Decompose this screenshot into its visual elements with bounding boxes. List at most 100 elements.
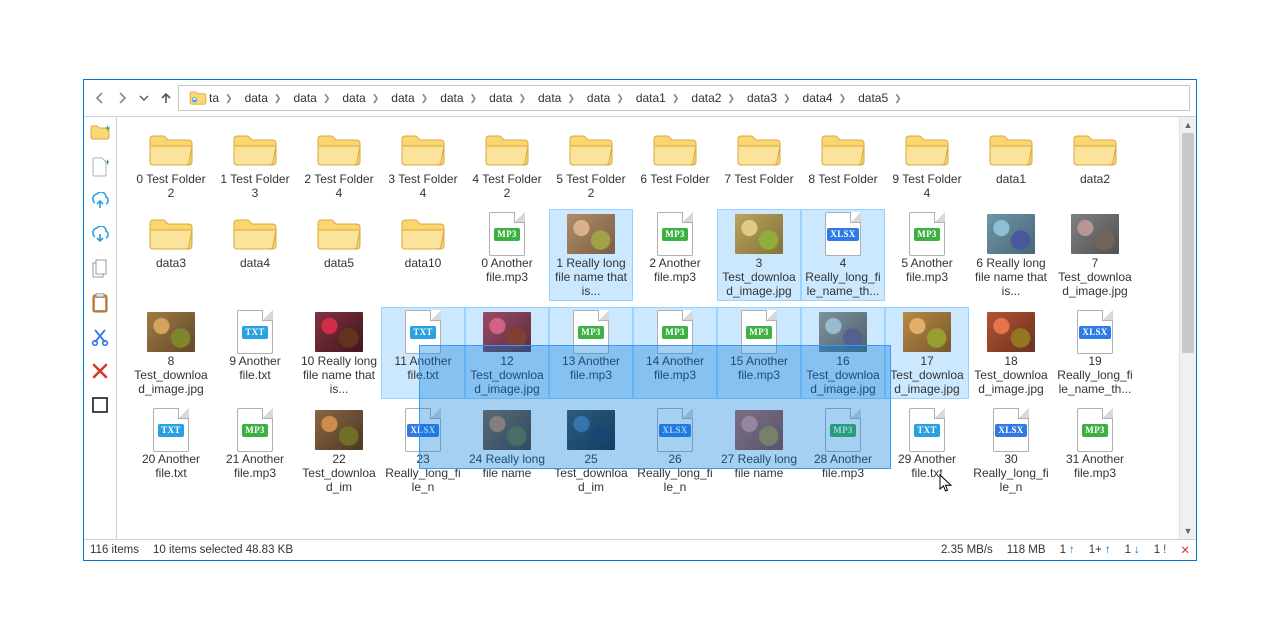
file-label: 15 Another file.mp3: [720, 354, 798, 382]
file-item[interactable]: 1 Really long file name that is...: [549, 209, 633, 301]
file-item[interactable]: 3 Test Folder 4: [381, 125, 465, 203]
delete-icon[interactable]: [90, 361, 110, 381]
file-item[interactable]: 7 Test_download_image.jpg: [1053, 209, 1137, 301]
file-item[interactable]: 3 Test_download_image.jpg: [717, 209, 801, 301]
file-item[interactable]: MP3 15 Another file.mp3: [717, 307, 801, 399]
cut-icon[interactable]: [90, 327, 110, 347]
file-item[interactable]: XLSX 23 Really_long_file_n: [381, 405, 465, 497]
breadcrumb-segment[interactable]: data ❯: [336, 86, 385, 110]
breadcrumb-segment[interactable]: data3 ❯: [741, 86, 797, 110]
file-item[interactable]: 22 Test_download_im: [297, 405, 381, 497]
file-item[interactable]: MP3 21 Another file.mp3: [213, 405, 297, 497]
file-item[interactable]: 4 Test Folder 2: [465, 125, 549, 203]
file-item[interactable]: 18 Test_download_image.jpg: [969, 307, 1053, 399]
image-thumbnail: [903, 312, 951, 352]
file-icon: TXT: [909, 408, 945, 452]
vertical-scrollbar[interactable]: ▲ ▼: [1179, 117, 1196, 539]
file-item[interactable]: data2: [1053, 125, 1137, 203]
scroll-thumb[interactable]: [1182, 133, 1194, 353]
file-item[interactable]: 6 Test Folder: [633, 125, 717, 203]
file-item[interactable]: 27 Really long file name: [717, 405, 801, 497]
select-icon[interactable]: [90, 395, 110, 415]
file-item[interactable]: MP3 5 Another file.mp3: [885, 209, 969, 301]
file-item[interactable]: XLSX 30 Really_long_file_n: [969, 405, 1053, 497]
forward-button[interactable]: [112, 88, 132, 108]
breadcrumb-segment[interactable]: data ❯: [434, 86, 483, 110]
file-item[interactable]: data10: [381, 209, 465, 301]
file-item[interactable]: 24 Really long file name: [465, 405, 549, 497]
file-item[interactable]: 16 Test_download_image.jpg: [801, 307, 885, 399]
file-grid-pane[interactable]: 0 Test Folder 2 1 Test Folder 3 2 Test F…: [117, 117, 1196, 539]
breadcrumb-label: data: [587, 91, 610, 105]
breadcrumb[interactable]: ta ❯ data ❯ data ❯ data ❯ data ❯ data ❯ …: [178, 85, 1190, 111]
file-item[interactable]: 9 Test Folder 4: [885, 125, 969, 203]
file-item[interactable]: 25 Test_download_im: [549, 405, 633, 497]
status-errors[interactable]: 1!: [1154, 544, 1167, 556]
scroll-down-button[interactable]: ▼: [1180, 523, 1196, 539]
file-item[interactable]: MP3 31 Another file.mp3: [1053, 405, 1137, 497]
file-item[interactable]: 10 Really long file name that is...: [297, 307, 381, 399]
file-item[interactable]: 2 Test Folder 4: [297, 125, 381, 203]
new-file-icon[interactable]: +: [90, 157, 110, 177]
copy-icon[interactable]: [90, 259, 110, 279]
paste-icon[interactable]: [90, 293, 110, 313]
scroll-up-button[interactable]: ▲: [1180, 117, 1196, 133]
file-icon: MP3: [825, 408, 861, 452]
file-icon: XLSX: [993, 408, 1029, 452]
file-item[interactable]: XLSX 4 Really_long_file_name_th...: [801, 209, 885, 301]
back-button[interactable]: [90, 88, 110, 108]
file-item[interactable]: 8 Test Folder: [801, 125, 885, 203]
file-item[interactable]: data1: [969, 125, 1053, 203]
file-item[interactable]: TXT 20 Another file.txt: [129, 405, 213, 497]
file-item[interactable]: TXT 9 Another file.txt: [213, 307, 297, 399]
file-item[interactable]: 5 Test Folder 2: [549, 125, 633, 203]
file-item[interactable]: 0 Test Folder 2: [129, 125, 213, 203]
folder-icon: [316, 132, 362, 168]
new-folder-icon[interactable]: +: [90, 123, 110, 143]
status-downloads[interactable]: 1↓: [1125, 544, 1140, 556]
file-item[interactable]: MP3 0 Another file.mp3: [465, 209, 549, 301]
breadcrumb-segment[interactable]: data ❯: [483, 86, 532, 110]
upload-icon[interactable]: [90, 191, 110, 211]
file-item[interactable]: 7 Test Folder: [717, 125, 801, 203]
status-uploads-plus[interactable]: 1+↑: [1089, 544, 1111, 556]
recent-dropdown-button[interactable]: [134, 88, 154, 108]
breadcrumb-segment[interactable]: data4 ❯: [797, 86, 853, 110]
file-item[interactable]: data4: [213, 209, 297, 301]
file-item[interactable]: data3: [129, 209, 213, 301]
file-item[interactable]: data5: [297, 209, 381, 301]
file-item[interactable]: 8 Test_download_image.jpg: [129, 307, 213, 399]
folder-icon: [652, 132, 698, 168]
status-uploads[interactable]: 1↑: [1060, 544, 1075, 556]
breadcrumb-segment[interactable]: data5 ❯: [852, 86, 908, 110]
breadcrumb-label: data: [391, 91, 414, 105]
file-item[interactable]: MP3 14 Another file.mp3: [633, 307, 717, 399]
chevron-right-icon: ❯: [567, 93, 575, 104]
chevron-right-icon: ❯: [518, 93, 526, 104]
breadcrumb-segment[interactable]: data ❯: [581, 86, 630, 110]
file-badge: MP3: [746, 326, 771, 339]
file-item[interactable]: 1 Test Folder 3: [213, 125, 297, 203]
breadcrumb-segment[interactable]: data ❯: [239, 86, 288, 110]
status-cancel-button[interactable]: ✕: [1180, 543, 1190, 557]
file-item[interactable]: MP3 28 Another file.mp3: [801, 405, 885, 497]
file-item[interactable]: MP3 13 Another file.mp3: [549, 307, 633, 399]
breadcrumb-segment[interactable]: data ❯: [532, 86, 581, 110]
file-badge: XLSX: [827, 228, 858, 241]
breadcrumb-segment[interactable]: data2 ❯: [685, 86, 741, 110]
file-item[interactable]: XLSX 19 Really_long_file_name_th...: [1053, 307, 1137, 399]
file-item[interactable]: MP3 2 Another file.mp3: [633, 209, 717, 301]
file-item[interactable]: XLSX 26 Really_long_file_n: [633, 405, 717, 497]
breadcrumb-segment[interactable]: data ❯: [287, 86, 336, 110]
up-button[interactable]: [156, 88, 176, 108]
breadcrumb-root[interactable]: ta ❯: [183, 86, 239, 110]
download-icon[interactable]: [90, 225, 110, 245]
file-item[interactable]: TXT 11 Another file.txt: [381, 307, 465, 399]
breadcrumb-segment[interactable]: data ❯: [385, 86, 434, 110]
file-item[interactable]: TXT 29 Another file.txt: [885, 405, 969, 497]
file-label: 5 Another file.mp3: [888, 256, 966, 284]
file-item[interactable]: 12 Test_download_image.jpg: [465, 307, 549, 399]
file-item[interactable]: 17 Test_download_image.jpg: [885, 307, 969, 399]
file-item[interactable]: 6 Really long file name that is...: [969, 209, 1053, 301]
breadcrumb-segment[interactable]: data1 ❯: [630, 86, 686, 110]
